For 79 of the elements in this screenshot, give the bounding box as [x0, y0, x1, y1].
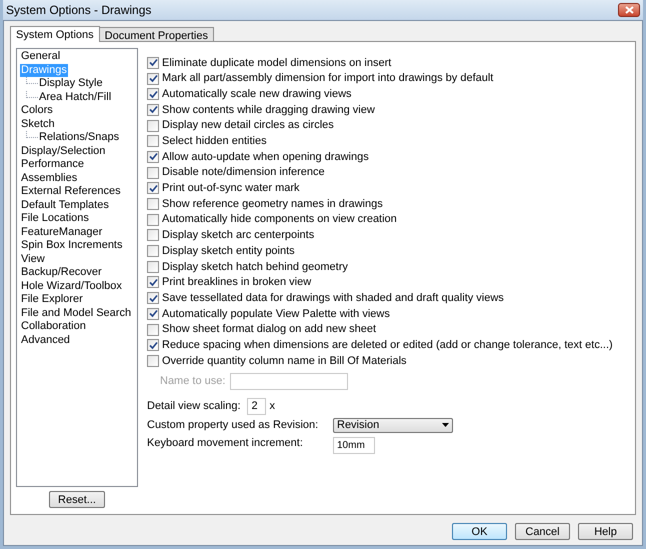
checkbox[interactable]	[147, 182, 159, 194]
option-label: Show reference geometry names in drawings	[162, 196, 383, 212]
option-label: Save tessellated data for drawings with shaded and draft quality views	[162, 290, 504, 306]
tree-item[interactable]: File Explorer	[20, 293, 84, 306]
checkbox[interactable]	[147, 56, 159, 69]
tab[interactable]: System Options	[10, 26, 100, 42]
checkbox[interactable]	[147, 354, 159, 367]
checkbox[interactable]	[147, 339, 159, 352]
option-label: Select hidden entities	[162, 134, 267, 150]
option-label: Mark all part/assembly dimension for import into drawings by default	[162, 71, 494, 86]
tree-item[interactable]: Colors	[20, 104, 54, 118]
tree-item[interactable]: Default Templates	[20, 198, 110, 212]
field-label: Keyboard movement increment:	[147, 436, 304, 451]
option-label: Allow auto-update when opening drawings	[162, 150, 369, 165]
tree-item[interactable]: Backup/Recover	[20, 266, 103, 280]
checkbox[interactable]	[147, 260, 159, 273]
checkbox[interactable]	[147, 166, 159, 179]
input-field[interactable]: 2	[246, 398, 266, 415]
tree-item[interactable]: File Locations	[20, 212, 90, 226]
tree-item[interactable]: File and Model Search	[20, 306, 132, 320]
close-icon	[624, 6, 634, 14]
checkbox[interactable]	[147, 229, 159, 242]
tree-item[interactable]: Spin Box Increments	[20, 239, 124, 252]
option-label: Display new detail circles as circles	[162, 118, 334, 134]
option-label: Disable note/dimension inference	[162, 165, 325, 180]
option-label: Show sheet format dialog on add new sheet	[162, 322, 376, 338]
checkbox[interactable]	[147, 245, 159, 258]
field-label: Name to use:	[160, 374, 226, 389]
checkbox[interactable]	[147, 324, 159, 336]
option-label: Automatically populate View Palette with views	[162, 306, 390, 322]
checkbox[interactable]	[147, 308, 159, 320]
tree-item[interactable]: External References	[20, 185, 122, 198]
dropdown[interactable]: Revision	[333, 418, 453, 433]
tree-item[interactable]: Sketch	[20, 118, 56, 131]
checkbox[interactable]	[147, 150, 159, 163]
option-label: Override quantity column name in Bill Of Materials	[162, 354, 407, 369]
dialog-button[interactable]: OK	[452, 523, 507, 540]
option-label: Display sketch hatch behind geometry	[162, 260, 348, 275]
dialog-button[interactable]: Cancel	[515, 523, 570, 540]
tab[interactable]: Document Properties	[98, 27, 214, 41]
tree-item[interactable]: FeatureManager	[20, 226, 104, 239]
option-label: Automatically scale new drawing views	[162, 86, 352, 102]
option-label: Reduce spacing when dimensions are deleted or edited (add or change tolerance, text etc...)	[162, 338, 613, 353]
checkbox[interactable]	[147, 104, 159, 116]
option-label: Automatically hide components on view creation	[162, 212, 397, 228]
tree-item[interactable]: Performance	[20, 158, 85, 172]
tree-item[interactable]: Relations/Snaps	[38, 131, 120, 144]
tree-item[interactable]: Collaboration	[20, 320, 87, 334]
reset-button[interactable]: Reset...	[49, 491, 105, 508]
close-button[interactable]	[618, 3, 640, 17]
dialog-button[interactable]: Help	[578, 523, 633, 540]
option-label: Print breaklines in broken view	[162, 275, 312, 290]
tree-item[interactable]: Advanced	[20, 334, 71, 347]
checkbox[interactable]	[147, 88, 159, 100]
field-label: Detail view scaling:	[147, 399, 241, 414]
checkbox[interactable]	[147, 72, 159, 85]
option-label: Display sketch arc centerpoints	[162, 228, 314, 244]
window-title: System Options - Drawings	[6, 2, 152, 19]
option-label: Show contents while dragging drawing view	[162, 102, 375, 118]
option-label: Print out-of-sync water mark	[162, 181, 300, 196]
checkbox[interactable]	[147, 214, 159, 226]
field-label: Custom property used as Revision:	[147, 418, 320, 433]
checkbox[interactable]	[147, 120, 159, 132]
tree-item[interactable]: General	[20, 50, 62, 64]
caret-icon	[442, 423, 449, 428]
tree-item[interactable]: Area Hatch/Fill	[38, 90, 112, 104]
unit-label: x	[270, 399, 276, 414]
option-label: Eliminate duplicate model dimensions on insert	[162, 56, 392, 71]
option-label: Display sketch entity points	[162, 244, 295, 259]
tree-item[interactable]: View	[20, 252, 46, 266]
tree-item[interactable]: Assemblies	[20, 172, 78, 185]
checkbox[interactable]	[147, 198, 159, 210]
tree-item[interactable]: Display Style	[38, 77, 104, 90]
checkbox[interactable]	[147, 292, 159, 304]
tree-item[interactable]: Display/Selection	[20, 144, 106, 158]
checkbox[interactable]	[147, 135, 159, 148]
tree-item[interactable]: Hole Wizard/Toolbox	[20, 280, 123, 293]
checkbox[interactable]	[147, 276, 159, 288]
input-field[interactable]: 10mm	[333, 436, 375, 454]
